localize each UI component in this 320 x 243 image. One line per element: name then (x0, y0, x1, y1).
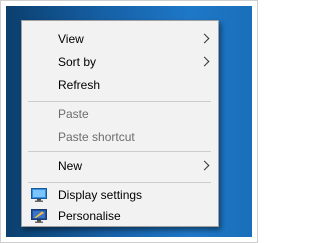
desktop-context-menu: View Sort by Refresh Paste Paste shortcu… (21, 20, 219, 227)
menu-item-label: Refresh (58, 78, 101, 92)
menu-item-label: Personalise (58, 209, 121, 223)
menu-item-personalise[interactable]: Personalise (22, 206, 218, 226)
screenshot-frame: View Sort by Refresh Paste Paste shortcu… (0, 0, 258, 243)
menu-separator (28, 151, 211, 152)
menu-item-display-settings[interactable]: Display settings (22, 185, 218, 205)
menu-item-label: New (58, 159, 83, 173)
menu-item-label: Paste shortcut (58, 130, 135, 144)
menu-item-new[interactable]: New (22, 156, 218, 176)
display-settings-icon (31, 188, 47, 202)
menu-item-label: Sort by (58, 55, 97, 69)
menu-item-label: Display settings (58, 188, 143, 202)
menu-separator (28, 101, 211, 102)
menu-item-sort-by[interactable]: Sort by (22, 52, 218, 72)
chevron-right-icon (199, 33, 210, 44)
desktop-background[interactable]: View Sort by Refresh Paste Paste shortcu… (6, 6, 252, 237)
personalise-icon (31, 209, 47, 223)
menu-item-paste: Paste (22, 104, 218, 124)
menu-item-label: View (58, 32, 84, 46)
menu-separator (28, 182, 211, 183)
menu-item-refresh[interactable]: Refresh (22, 75, 218, 95)
menu-item-paste-shortcut: Paste shortcut (22, 127, 218, 147)
menu-item-label: Paste (58, 107, 89, 121)
chevron-right-icon (199, 56, 210, 67)
menu-item-view[interactable]: View (22, 29, 218, 49)
chevron-right-icon (199, 160, 210, 171)
